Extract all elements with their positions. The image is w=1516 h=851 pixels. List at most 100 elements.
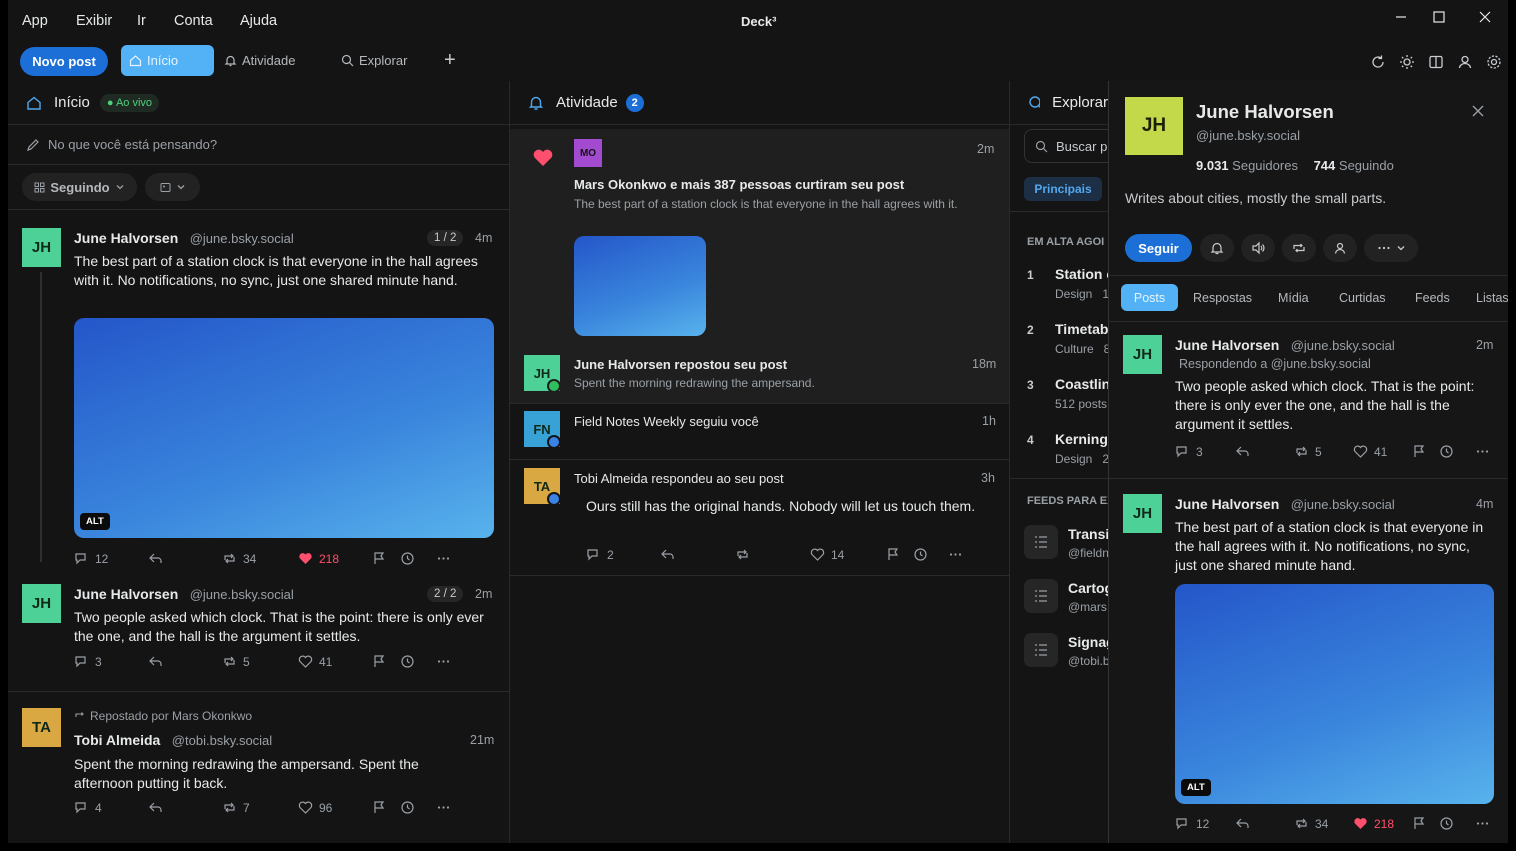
like-button[interactable]: 218	[1353, 816, 1394, 831]
tab-inicio[interactable]: Início	[121, 45, 214, 76]
menu-conta[interactable]: Conta	[174, 13, 213, 29]
report-button[interactable]	[372, 654, 387, 669]
author-name[interactable]: Tobi Almeida	[74, 732, 160, 748]
like-button[interactable]: 14	[810, 547, 844, 562]
columns-icon[interactable]	[1427, 53, 1445, 71]
alt-badge[interactable]: ALT	[1181, 779, 1211, 796]
author-name[interactable]: June Halvorsen	[1175, 337, 1279, 353]
avatar[interactable]: MO	[574, 139, 602, 167]
repost-button[interactable]: 34	[222, 551, 256, 566]
repost-button[interactable]	[735, 547, 750, 562]
following-label[interactable]: Seguindo	[1339, 158, 1394, 173]
quick-reply-button[interactable]	[660, 547, 675, 562]
more-options-button[interactable]	[1475, 444, 1490, 459]
post-image[interactable]: ALT	[1175, 584, 1494, 804]
like-button[interactable]: 41	[1353, 444, 1387, 459]
new-post-button[interactable]: Novo post	[20, 47, 108, 76]
alt-badge[interactable]: ALT	[80, 513, 110, 530]
account-icon[interactable]	[1456, 53, 1474, 71]
author-handle[interactable]: @june.bsky.social	[190, 587, 294, 602]
post[interactable]: Repostado por Mars Okonkwo TA Tobi Almei…	[8, 692, 509, 842]
close-window-icon[interactable]	[1472, 8, 1498, 26]
like-button[interactable]: 41	[298, 654, 332, 669]
schedule-button[interactable]	[400, 551, 415, 566]
like-button[interactable]: 96	[298, 800, 332, 815]
notify-button[interactable]	[1200, 234, 1234, 262]
schedule-button[interactable]	[913, 547, 928, 562]
like-button[interactable]: 218	[298, 551, 339, 566]
author-name[interactable]: June Halvorsen	[74, 586, 178, 602]
tab-atividade[interactable]: Atividade	[216, 45, 316, 76]
avatar[interactable]: TA	[22, 708, 61, 747]
report-button[interactable]	[1412, 444, 1427, 459]
avatar[interactable]: JH	[22, 228, 61, 267]
reply-button[interactable]: 12	[1175, 816, 1209, 831]
more-options-button[interactable]	[436, 800, 451, 815]
post[interactable]: JH June Halvorsen @june.bsky.social 2 / …	[8, 566, 509, 691]
more-options-button[interactable]	[436, 551, 451, 566]
reply-button[interactable]: 4	[74, 800, 102, 815]
composer[interactable]: No que você está pensando?	[8, 125, 509, 165]
followers-label[interactable]: Seguidores	[1232, 158, 1298, 173]
settings-gear-icon[interactable]	[1485, 53, 1503, 71]
author-handle[interactable]: @june.bsky.social	[190, 231, 294, 246]
schedule-button[interactable]	[400, 800, 415, 815]
quick-reply-button[interactable]	[148, 800, 163, 815]
trending-item[interactable]: 3 Coastline 512 posts	[1010, 376, 1108, 416]
notification-like[interactable]: MO 2m Mars Okonkwo e mais 387 pessoas cu…	[510, 129, 1009, 353]
menu-app[interactable]: App	[22, 13, 48, 29]
quick-reply-button[interactable]	[148, 654, 163, 669]
notification-image[interactable]	[574, 236, 706, 336]
reply-button[interactable]: 3	[1175, 444, 1203, 459]
profile-tab-curtidas[interactable]: Curtidas	[1339, 291, 1386, 305]
repost-button[interactable]: 34	[1294, 816, 1328, 831]
profile-tab-respostas[interactable]: Respostas	[1193, 291, 1252, 305]
quick-reply-button[interactable]	[148, 551, 163, 566]
report-button[interactable]	[1412, 816, 1427, 831]
tab-principais[interactable]: Principais	[1024, 177, 1102, 201]
more-options-button[interactable]	[436, 654, 451, 669]
notification-follow[interactable]: FN 1h Field Notes Weekly seguiu você	[510, 404, 1009, 459]
repost-button[interactable]: 7	[222, 800, 250, 815]
theme-sun-icon[interactable]	[1398, 53, 1416, 71]
profile-tab-posts[interactable]: Posts	[1121, 284, 1178, 311]
notification-reply[interactable]: TA 3h Tobi Almeida respondeu ao seu post…	[510, 460, 1009, 575]
report-button[interactable]	[886, 547, 901, 562]
avatar[interactable]: JH	[22, 584, 61, 623]
post[interactable]: JH June Halvorsen @june.bsky.social 4m T…	[1109, 479, 1508, 843]
tab-explorar[interactable]: Explorar	[333, 45, 433, 76]
reposts-toggle-button[interactable]	[1282, 234, 1316, 262]
schedule-button[interactable]	[400, 654, 415, 669]
followers-count[interactable]: 9.031	[1196, 158, 1229, 173]
avatar[interactable]: JH	[1123, 494, 1162, 533]
feed-item[interactable]: Cartog @mars.	[1010, 577, 1108, 617]
refresh-icon[interactable]	[1369, 53, 1387, 71]
trending-item[interactable]: 1 Station c Design 1	[1010, 266, 1108, 306]
post-image[interactable]: ALT	[74, 318, 494, 538]
maximize-icon[interactable]	[1426, 8, 1452, 26]
follow-button[interactable]: Seguir	[1125, 234, 1192, 262]
menu-ir[interactable]: Ir	[137, 13, 146, 29]
author-handle[interactable]: @tobi.bsky.social	[172, 733, 272, 748]
reply-button[interactable]: 12	[74, 551, 108, 566]
explore-search-input[interactable]: Buscar p	[1024, 129, 1108, 163]
media-filter-dropdown[interactable]	[145, 173, 200, 201]
notification-repost[interactable]: JH 18m June Halvorsen repostou seu post …	[510, 353, 1009, 403]
mute-button[interactable]	[1241, 234, 1275, 262]
more-options-button[interactable]	[948, 547, 963, 562]
profile-avatar[interactable]: JH	[1125, 97, 1183, 155]
author-handle[interactable]: @june.bsky.social	[1291, 338, 1395, 353]
reply-button[interactable]: 3	[74, 654, 102, 669]
post[interactable]: JH June Halvorsen @june.bsky.social 2m R…	[1109, 322, 1508, 478]
close-icon[interactable]	[1470, 103, 1486, 119]
author-name[interactable]: June Halvorsen	[1175, 496, 1279, 512]
trending-item[interactable]: 2 Timetabl Culture 8	[1010, 321, 1108, 361]
feed-item[interactable]: Transi @fieldn	[1010, 523, 1108, 563]
avatar[interactable]: JH	[1123, 335, 1162, 374]
reply-button[interactable]: 2	[586, 547, 614, 562]
feed-filter-dropdown[interactable]: Seguindo	[22, 173, 137, 201]
post[interactable]: JH June Halvorsen @june.bsky.social 1 / …	[8, 210, 509, 566]
reply-context[interactable]: Respondendo a @june.bsky.social	[1179, 357, 1371, 371]
more-menu-button[interactable]	[1364, 234, 1418, 262]
profile-tab-feeds[interactable]: Feeds	[1415, 291, 1450, 305]
